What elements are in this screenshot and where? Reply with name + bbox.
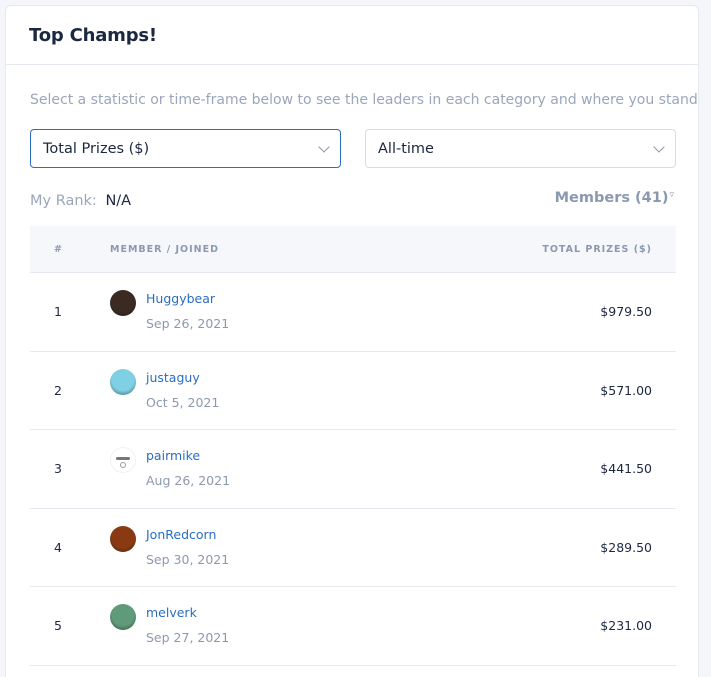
avatar[interactable] <box>110 447 136 474</box>
my-rank-value: N/A <box>105 193 132 209</box>
avatar[interactable] <box>110 525 136 552</box>
joined-date: Sep 30, 2021 <box>146 551 230 567</box>
timeframe-select-value: All-time <box>378 140 434 157</box>
prize-amount: $571.00 <box>600 382 652 398</box>
member-cell: Huggybear Sep 26, 2021 <box>110 290 476 332</box>
joined-date: Sep 26, 2021 <box>146 316 230 332</box>
column-header-prizes: TOTAL PRIZES ($) <box>542 243 652 255</box>
table-row: 5 melverk Sep 27, 2021 $231.00 <box>30 587 676 666</box>
member-cell: melverk Sep 27, 2021 <box>110 604 476 646</box>
intro-text: Select a statistic or time-frame below t… <box>30 92 699 108</box>
my-rank-label: My Rank: <box>30 193 97 209</box>
table-body: 1 Huggybear Sep 26, 2021 $979.50 2 justaguy Oc… <box>30 273 676 666</box>
chevron-down-icon <box>318 141 330 153</box>
rank-number: 2 <box>54 382 62 398</box>
avatar[interactable] <box>110 290 136 317</box>
page-title: Top Champs! <box>29 24 157 46</box>
joined-date: Sep 27, 2021 <box>146 630 230 646</box>
table-row: 3 pairmike Aug 26, 2021 $441.50 <box>30 430 676 509</box>
member-cell: justaguy Oct 5, 2021 <box>110 368 476 411</box>
prize-amount: $979.50 <box>600 304 652 320</box>
member-cell: JonRedcorn Sep 30, 2021 <box>110 525 476 568</box>
statistic-select[interactable]: Total Prizes ($) <box>30 129 341 168</box>
card-header: Top Champs! <box>6 6 698 65</box>
my-rank: My Rank: N/A <box>30 193 131 209</box>
members-count-toggle[interactable]: Members (41)▿ <box>555 190 674 206</box>
joined-date: Aug 26, 2021 <box>146 473 231 489</box>
triangle-down-icon: ▿ <box>669 190 674 200</box>
column-header-rank: # <box>54 243 63 255</box>
rank-number: 1 <box>54 304 62 320</box>
timeframe-select[interactable]: All-time <box>365 129 676 168</box>
member-cell: pairmike Aug 26, 2021 <box>110 447 476 489</box>
table-row: 1 Huggybear Sep 26, 2021 $979.50 <box>30 273 676 352</box>
leaderboard-table: # MEMBER / JOINED TOTAL PRIZES ($) 1 Hugg… <box>30 226 676 666</box>
chevron-down-icon <box>653 141 665 153</box>
avatar[interactable] <box>110 368 136 395</box>
prize-amount: $289.50 <box>600 539 652 555</box>
rank-number: 3 <box>54 461 62 477</box>
table-header: # MEMBER / JOINED TOTAL PRIZES ($) <box>30 226 676 273</box>
prize-amount: $441.50 <box>600 461 652 477</box>
avatar[interactable] <box>110 604 136 631</box>
rank-number: 4 <box>54 539 62 555</box>
top-champs-card: Top Champs! Select a statistic or time-f… <box>5 5 699 677</box>
joined-date: Oct 5, 2021 <box>146 394 220 410</box>
table-row: 4 JonRedcorn Sep 30, 2021 $289.50 <box>30 509 676 587</box>
member-name-link[interactable]: JonRedcorn <box>146 527 229 543</box>
column-header-member: MEMBER / JOINED <box>110 243 219 255</box>
member-name-link[interactable]: justaguy <box>146 370 219 386</box>
rank-number: 5 <box>54 618 62 634</box>
member-name-link[interactable]: Huggybear <box>146 291 229 307</box>
member-name-link[interactable]: melverk <box>146 605 229 621</box>
prize-amount: $231.00 <box>600 618 652 634</box>
members-count-label: Members (41) <box>554 190 669 206</box>
table-row: 2 justaguy Oct 5, 2021 $571.00 <box>30 352 676 430</box>
statistic-select-value: Total Prizes ($) <box>43 140 150 157</box>
member-name-link[interactable]: pairmike <box>146 448 230 464</box>
